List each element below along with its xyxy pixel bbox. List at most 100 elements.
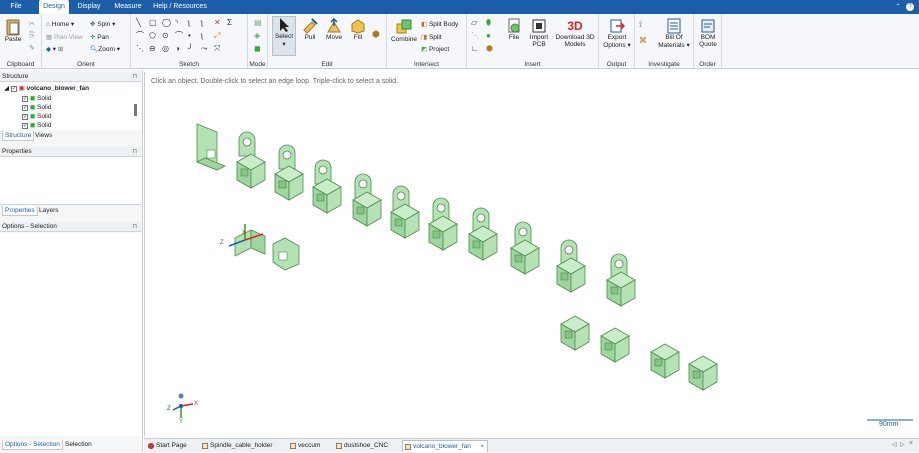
close-all-icon[interactable]: ×	[909, 440, 913, 447]
shell-icon[interactable]: ⬢	[486, 45, 493, 53]
polygon-tool-icon[interactable]: ⬠	[149, 32, 156, 40]
pull-button[interactable]: Pull	[299, 18, 321, 41]
cut-icon[interactable]: ✂	[29, 20, 35, 28]
housing-part[interactable]	[312, 159, 342, 214]
checkbox-icon[interactable]: ✓	[10, 86, 17, 92]
tree-item[interactable]: ✓ ◼ Solid	[22, 121, 52, 129]
sigma-tool-icon[interactable]: Σ	[227, 19, 232, 27]
extend-tool-icon[interactable]: ⤢	[214, 32, 220, 40]
housing-part[interactable]	[650, 343, 680, 379]
housing-part[interactable]	[606, 253, 636, 307]
housing-part[interactable]	[274, 144, 304, 201]
housing-part[interactable]	[560, 315, 590, 351]
menu-file[interactable]: File	[4, 0, 28, 14]
home-button[interactable]: ⌂ Home ▾	[46, 20, 74, 28]
collapse-icon[interactable]: ⌃	[894, 0, 902, 14]
tweak-face-icon[interactable]: ⬢	[372, 29, 380, 40]
doc-tab-volcano-blower-fan[interactable]: volcano_blower_fan ×	[402, 440, 488, 452]
slot-tool-icon[interactable]: ⊖	[149, 45, 156, 53]
spline-tool-icon[interactable]: ʅ	[188, 19, 190, 27]
sphere-icon[interactable]: ●	[486, 32, 491, 40]
bill-of-materials-button[interactable]: Bill Of Materials ▾	[655, 18, 693, 49]
fillet-tool-icon[interactable]: ╯	[188, 45, 193, 53]
fill-button[interactable]: Fill	[347, 18, 369, 41]
split-body-button[interactable]: ◧ Split Body	[421, 20, 458, 28]
section-mode-icon[interactable]: ◈	[254, 32, 260, 40]
housing-part[interactable]	[390, 185, 420, 239]
offset-tool-icon[interactable]: ʅ	[201, 32, 203, 40]
tree-item[interactable]: ✓ ◼ Solid	[22, 112, 52, 120]
axis-icon[interactable]: ⋱	[471, 32, 479, 40]
ellipse-tool-icon[interactable]: ⊙	[162, 32, 169, 40]
point-tool-icon[interactable]: •	[188, 32, 191, 40]
tree-item[interactable]: ✓ ◼ Solid	[22, 103, 52, 111]
export-options-button[interactable]: Export Options ▾	[601, 18, 633, 49]
tab-properties[interactable]: Properties	[2, 206, 38, 216]
housing-part[interactable]	[352, 173, 382, 227]
circle3-tool-icon[interactable]: ◎	[162, 45, 169, 53]
housing-part[interactable]	[556, 239, 586, 293]
combine-button[interactable]: Combine	[389, 18, 419, 43]
format-icon[interactable]: ✎	[29, 44, 35, 52]
checkbox-icon[interactable]: ✓	[22, 96, 28, 102]
tangent-line-icon[interactable]: ⌒	[136, 32, 144, 40]
arc3-tool-icon[interactable]: ⌒	[175, 32, 183, 40]
cylinder-icon[interactable]: ⬮	[486, 19, 491, 27]
rectangle-tool-icon[interactable]: ▢	[149, 19, 157, 27]
paste-button[interactable]: Paste	[3, 18, 23, 43]
housing-part[interactable]	[272, 237, 300, 271]
housing-part[interactable]	[510, 221, 540, 275]
pan-button[interactable]: ✛ Pan	[90, 33, 109, 41]
tab-scroll-left-icon[interactable]: ◁	[892, 441, 897, 448]
tab-views[interactable]: Views	[33, 131, 54, 141]
check-icon[interactable]: ⌘	[639, 36, 647, 45]
housing-part[interactable]	[600, 327, 630, 363]
plan-view-button[interactable]: ▦ Plan View	[46, 33, 83, 41]
move-button[interactable]: Move	[323, 18, 345, 41]
view-cube-button[interactable]: ◆ ▾ ⊞	[46, 45, 63, 53]
measure-icon[interactable]: ⟟	[639, 20, 642, 30]
housing-part[interactable]	[428, 197, 458, 251]
circle-tool-icon[interactable]: ◯	[162, 19, 171, 27]
select-button[interactable]: Select ▾	[272, 16, 296, 56]
tab-scroll-right-icon[interactable]: ▷	[900, 441, 905, 448]
menu-display[interactable]: Display	[75, 0, 103, 14]
bend-tool-icon[interactable]: ⤳	[201, 45, 207, 53]
3d-mode-icon[interactable]: ◼	[254, 45, 261, 53]
sweep-arc-icon[interactable]: ◑	[175, 45, 180, 53]
housing-part[interactable]	[236, 131, 266, 189]
help-icon[interactable]: ?	[906, 3, 914, 11]
project-button[interactable]: ◩ Project	[421, 45, 449, 53]
collapse-tree-icon[interactable]: ◢	[4, 85, 9, 92]
view-triad[interactable]	[172, 393, 194, 419]
construction-line-icon[interactable]: ⋱	[136, 45, 144, 53]
doc-tab-start-page[interactable]: Start Page	[146, 440, 187, 452]
pin-icon[interactable]: ⊓	[132, 147, 137, 157]
model-view[interactable]	[145, 72, 919, 436]
checkbox-icon[interactable]: ✓	[22, 105, 28, 111]
menu-help-resources[interactable]: Help / Resources	[152, 0, 208, 14]
doc-tab-veccum[interactable]: veccum	[288, 440, 320, 452]
plane-icon[interactable]: ▱	[471, 19, 477, 27]
tab-options-selection[interactable]: Options - Selection	[2, 440, 63, 450]
pin-icon[interactable]: ⊓	[132, 222, 137, 232]
tree-item[interactable]: ✓ ◼ Solid	[22, 94, 52, 102]
line-tool-icon[interactable]: ╲	[136, 19, 141, 27]
close-tab-icon[interactable]: ×	[480, 441, 484, 453]
tab-layers[interactable]: Layers	[37, 206, 61, 216]
bracket-part[interactable]	[196, 123, 226, 171]
arc-tool-icon[interactable]: ◝	[175, 19, 178, 27]
checkbox-icon[interactable]: ✓	[22, 123, 28, 129]
sketch-mode-icon[interactable]: ▤	[254, 19, 262, 27]
tab-selection[interactable]: Selection	[63, 440, 94, 450]
tab-structure[interactable]: Structure	[2, 131, 35, 141]
file-button[interactable]: File	[503, 18, 525, 41]
spin-button[interactable]: ✥ Spin ▾	[90, 20, 115, 28]
download-3d-models-button[interactable]: 3D Download 3D Models	[553, 18, 597, 48]
origin-icon[interactable]: ∟	[471, 45, 479, 53]
bom-quote-button[interactable]: BOM Quote	[696, 18, 720, 48]
tree-root[interactable]: ◢ ✓ ▣ volcano_blower_fan	[4, 84, 89, 92]
copy-icon[interactable]: ⎘	[29, 32, 35, 40]
tree-scrollbar[interactable]	[134, 104, 137, 116]
zoom-button[interactable]: 🔍︎Zoom ▾	[90, 45, 120, 53]
